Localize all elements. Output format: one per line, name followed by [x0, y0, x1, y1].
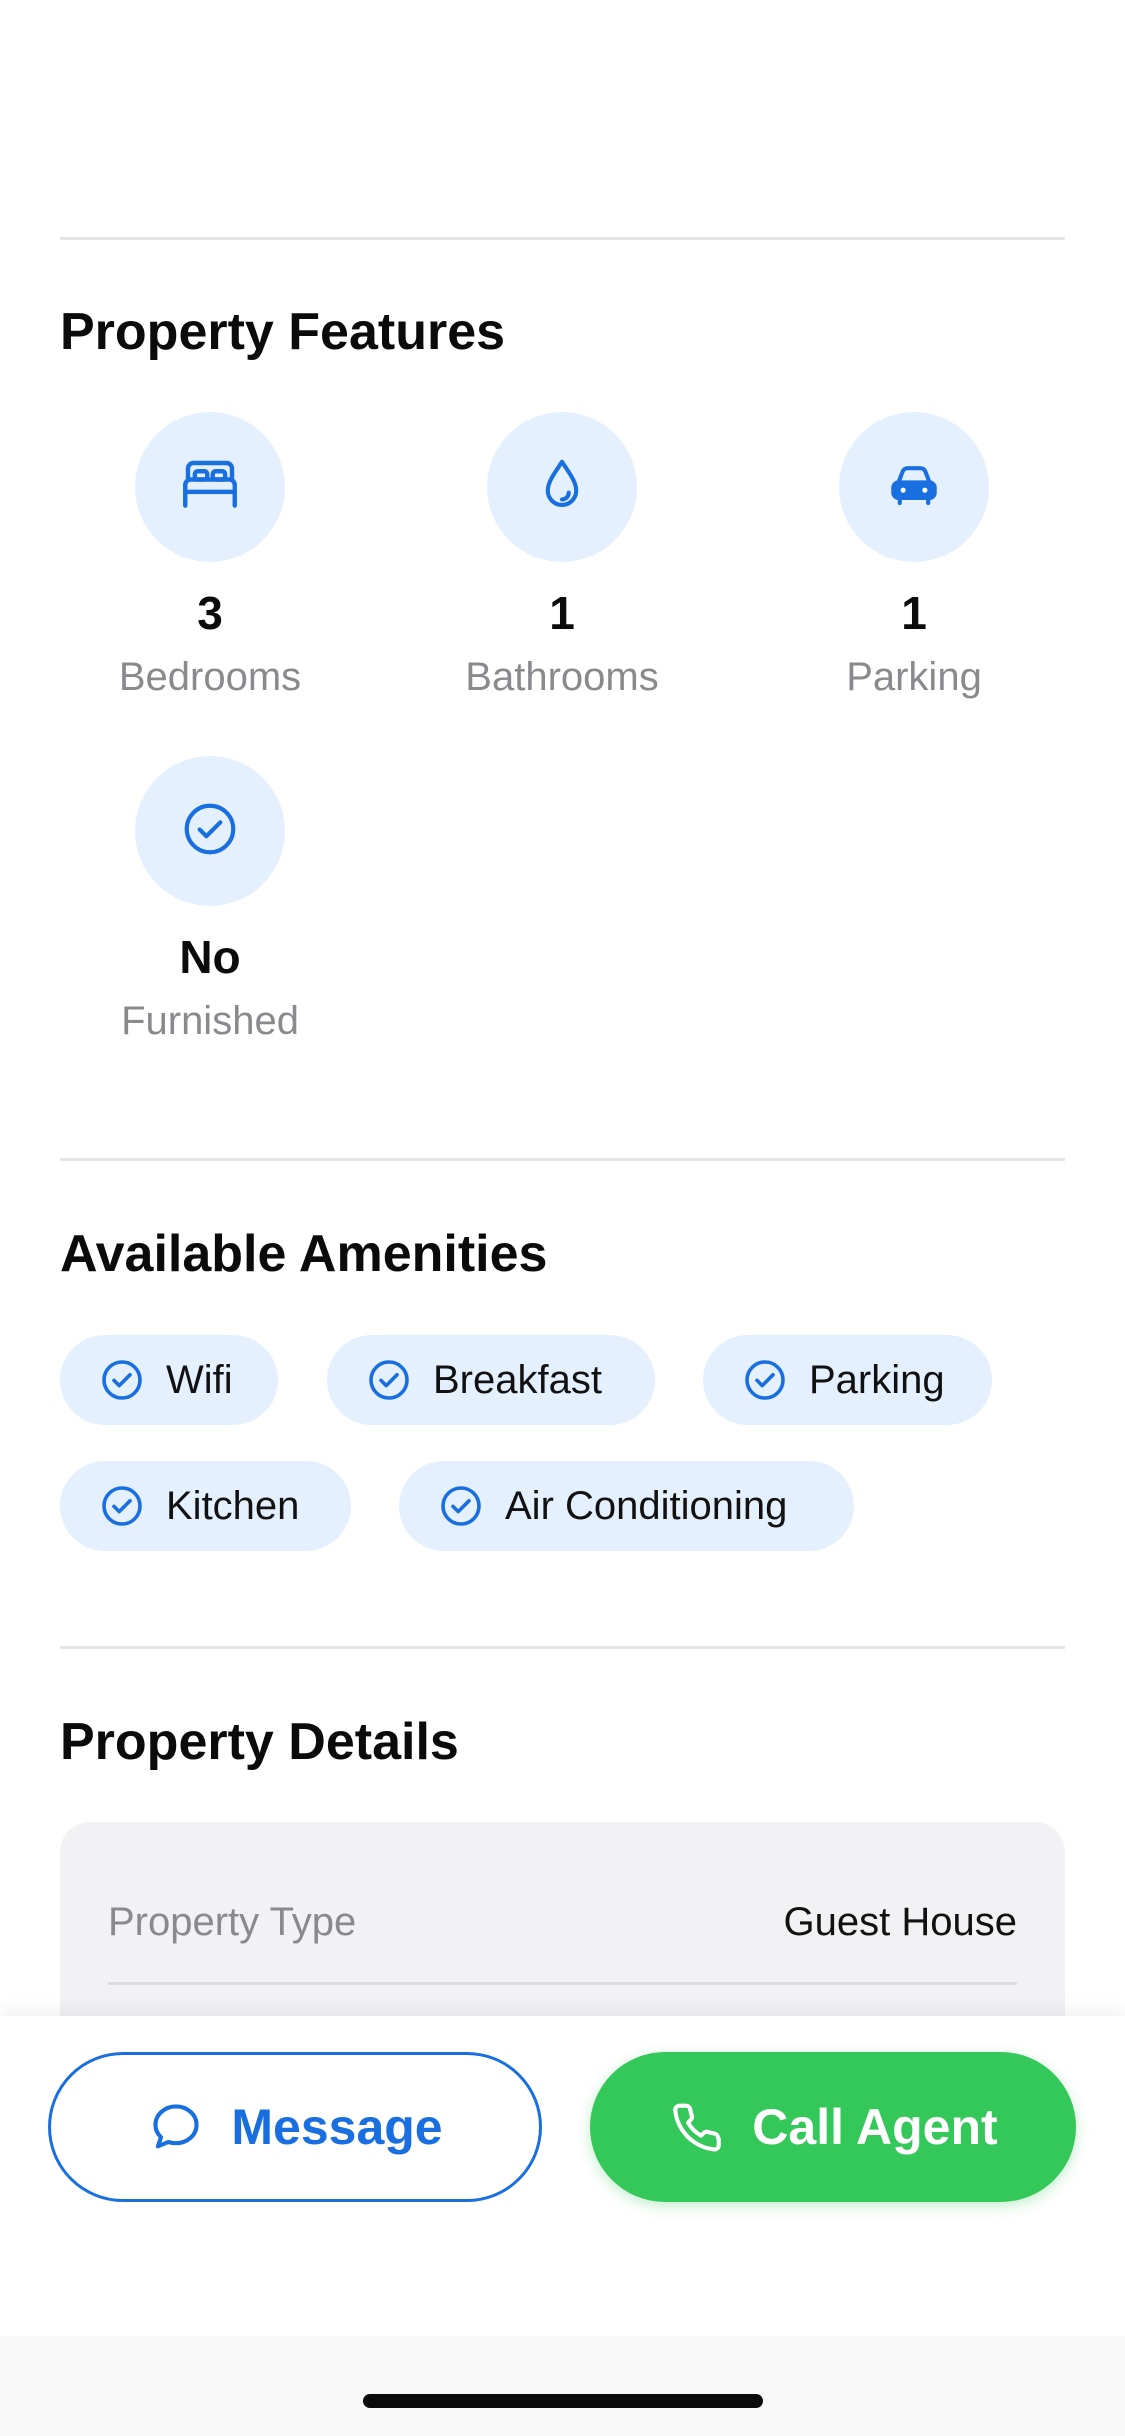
- details-key: Property Type: [108, 1900, 357, 1944]
- feature-icon-circle: [839, 412, 989, 562]
- call-agent-button-label: Call Agent: [752, 2099, 998, 2155]
- feature-label: Bedrooms: [118, 655, 302, 700]
- check-circle-icon: [365, 1356, 413, 1404]
- action-bar: Message Call Agent: [0, 2016, 1125, 2336]
- feature-label: Parking: [846, 655, 982, 700]
- feature-parking: 1 Parking: [764, 412, 1064, 701]
- car-icon: [883, 454, 945, 521]
- features-section-title: Property Features: [60, 303, 506, 361]
- amenities-section-title: Available Amenities: [60, 1225, 548, 1283]
- message-button[interactable]: Message: [48, 2052, 542, 2202]
- check-circle-icon: [98, 1356, 146, 1404]
- amenity-label: Kitchen: [166, 1483, 300, 1528]
- bottom-safe-area: [0, 2336, 1125, 2436]
- features-divider: [60, 1158, 1065, 1161]
- details-row-property-type: Property Type Guest House: [108, 1900, 1017, 1945]
- feature-value: No: [179, 931, 241, 983]
- feature-bathrooms: 1 Bathrooms: [412, 412, 712, 701]
- water-drop-icon: [531, 454, 593, 521]
- details-row-divider: [108, 1982, 1017, 1985]
- amenity-chip-breakfast: Breakfast: [327, 1335, 655, 1425]
- amenity-chip-wifi: Wifi: [60, 1335, 278, 1425]
- feature-label: Bathrooms: [465, 655, 659, 700]
- details-value: Guest House: [783, 1900, 1017, 1944]
- amenities-divider: [60, 1646, 1065, 1649]
- feature-icon-circle: [487, 412, 637, 562]
- feature-icon-circle: [135, 412, 285, 562]
- feature-bedrooms: 3 Bedrooms: [60, 412, 360, 701]
- check-circle-icon: [98, 1482, 146, 1530]
- feature-value: 3: [197, 587, 223, 639]
- phone-icon: [668, 2098, 726, 2156]
- amenity-label: Breakfast: [433, 1357, 602, 1402]
- feature-label: Furnished: [121, 999, 299, 1044]
- feature-icon-circle: [135, 756, 285, 906]
- feature-value: 1: [549, 587, 575, 639]
- chat-bubble-icon: [147, 2098, 205, 2156]
- amenity-chip-kitchen: Kitchen: [60, 1461, 351, 1551]
- call-agent-button[interactable]: Call Agent: [590, 2052, 1076, 2202]
- feature-furnished: No Furnished: [60, 756, 360, 1045]
- amenity-chip-parking: Parking: [703, 1335, 992, 1425]
- amenity-label: Parking: [809, 1357, 945, 1402]
- check-circle-icon: [437, 1482, 485, 1530]
- amenity-label: Air Conditioning: [505, 1483, 788, 1528]
- home-indicator[interactable]: [363, 2394, 763, 2408]
- feature-value: 1: [901, 587, 927, 639]
- check-circle-icon: [741, 1356, 789, 1404]
- amenity-label: Wifi: [166, 1357, 233, 1402]
- top-divider: [60, 237, 1065, 240]
- bed-icon: [177, 452, 243, 523]
- amenity-chip-air-conditioning: Air Conditioning: [399, 1461, 854, 1551]
- check-circle-icon: [179, 798, 241, 865]
- details-section-title: Property Details: [60, 1713, 459, 1771]
- message-button-label: Message: [231, 2099, 443, 2155]
